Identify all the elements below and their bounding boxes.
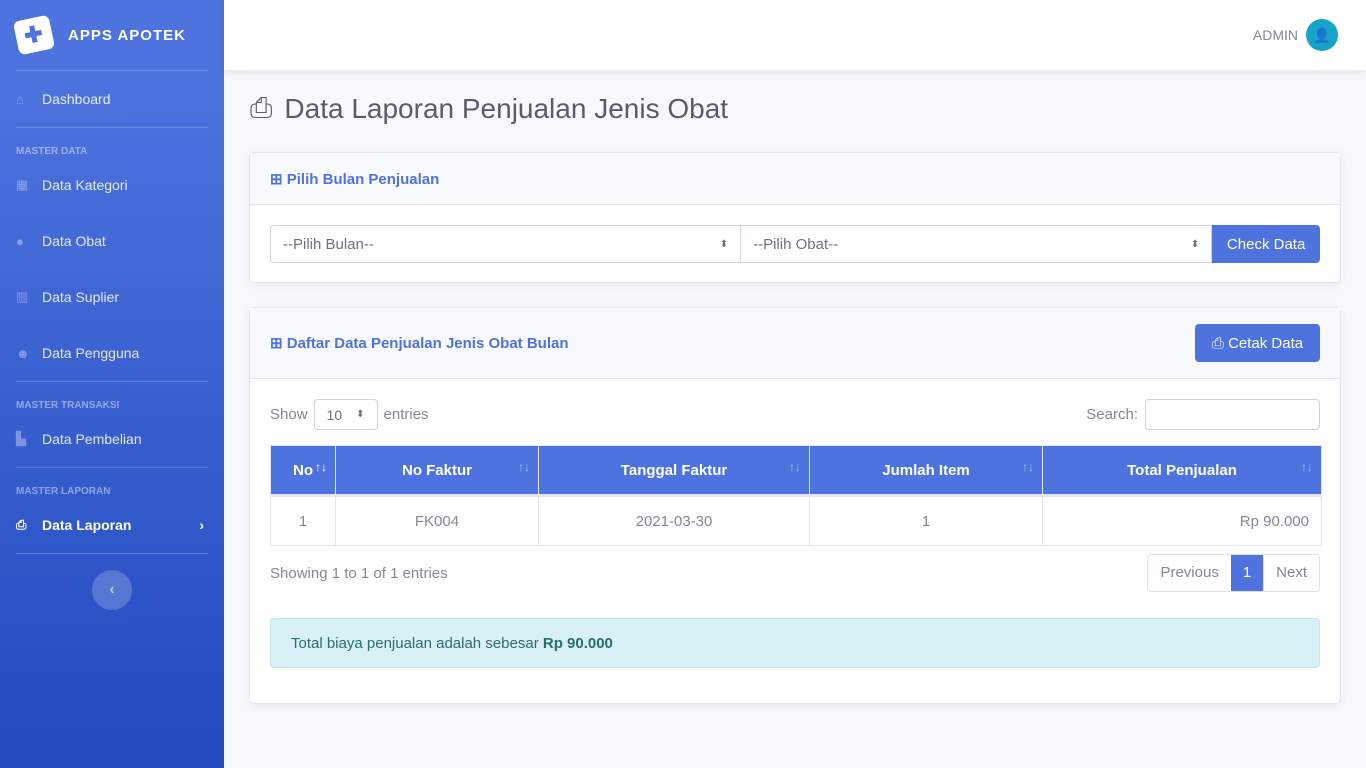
col-label: Tanggal Faktur <box>620 461 728 479</box>
table-wrap: No ↑↓ No Faktur ↑↓ Tanggal Faktur ↑↓ Jumlah… <box>250 430 1340 668</box>
label: Dashboard <box>42 91 111 107</box>
page-title-text: Data Laporan Penjualan Jenis Obat <box>284 92 729 124</box>
cell-jumlah: 1 <box>809 495 1043 546</box>
chevron-right-icon: › <box>199 517 204 533</box>
sidebar-toggle-button[interactable]: ‹ <box>92 570 132 610</box>
user-avatar-icon[interactable]: 👤 <box>1306 19 1338 51</box>
col-label: Jumlah Item <box>882 461 970 479</box>
page-1-button[interactable]: 1 <box>1230 555 1264 591</box>
sidebar-item-pengguna[interactable]: ☻ Data Pengguna <box>0 325 224 381</box>
sort-icon: ⬍ <box>1190 238 1200 250</box>
print-icon: ⎙ <box>250 92 273 123</box>
sidebar-item-suplier[interactable]: ▥ Data Suplier <box>0 269 224 325</box>
sidebar: ✚ APPS APOTEK ⌂ Dashboard MASTER DATA ▦ Dat… <box>0 0 224 768</box>
label: Data Pengguna <box>42 345 140 361</box>
brand-name: APPS APOTEK <box>68 26 186 44</box>
pagination: Previous 1 Next <box>1147 554 1320 592</box>
sort-icon: ↑↓ <box>315 460 327 474</box>
cell-no: 1 <box>270 495 336 546</box>
cubes-icon: ▦ <box>16 177 29 192</box>
sort-icon: ↑↓ <box>1022 460 1034 474</box>
list-card: ⊞ Daftar Data Penjualan Jenis Obat Bulan… <box>249 307 1341 704</box>
medicine-select[interactable]: --Pilih Obat-- ⬍ <box>741 225 1213 263</box>
label: Data Suplier <box>42 289 120 305</box>
month-select[interactable]: --Pilih Bulan-- ⬍ <box>270 225 742 263</box>
previous-button[interactable]: Previous <box>1148 555 1230 591</box>
total-text: Total biaya penjualan adalah sebesar <box>291 634 539 652</box>
label: Data Obat <box>42 233 106 249</box>
col-no[interactable]: No ↑↓ <box>270 445 336 497</box>
print-icon: ⎙ <box>16 517 27 532</box>
sidebar-item-pembelian[interactable]: ▙ Data Pembelian <box>0 411 224 467</box>
table-footer: Showing 1 to 1 of 1 entries Previous 1 N… <box>270 554 1320 592</box>
user-name[interactable]: ADMIN <box>1253 27 1298 43</box>
sidebar-item-kategori[interactable]: ▦ Data Kategori <box>0 157 224 213</box>
section-heading: MASTER TRANSAKSI <box>16 400 120 411</box>
users-icon: ☻ <box>16 345 30 361</box>
month-select-value: --Pilih Bulan-- <box>283 235 374 253</box>
divider <box>16 553 208 554</box>
table-icon: ⊞ <box>270 335 287 352</box>
entries-value: 10 <box>326 406 343 423</box>
entries-label: entries <box>383 406 429 423</box>
filter-form: --Pilih Bulan-- ⬍ --Pilih Obat-- ⬍ Check D… <box>250 205 1340 263</box>
card-title: Pilih Bulan Penjualan <box>286 170 440 188</box>
medkit-icon: ✚ <box>12 14 56 56</box>
col-label: Total Penjualan <box>1127 461 1237 479</box>
entries-select[interactable]: 10 ⬍ <box>313 399 378 430</box>
label: Data Laporan <box>42 517 132 533</box>
table-row: 1 FK004 2021-03-30 1 Rp 90.000 <box>270 495 1322 546</box>
search-input[interactable] <box>1145 399 1320 430</box>
button-label: Cetak Data <box>1228 334 1304 352</box>
print-icon: ⎙ <box>1211 334 1229 352</box>
table-icon: ⊞ <box>270 170 287 188</box>
page-title: ⎙ Data Laporan Penjualan Jenis Obat <box>250 92 728 125</box>
sidebar-item-laporan[interactable]: ⎙ Data Laporan › <box>0 497 224 553</box>
brand[interactable]: ✚ APPS APOTEK <box>0 0 224 70</box>
card-title: Daftar Data Penjualan Jenis Obat Bulan <box>286 335 569 352</box>
medicine-select-value: --Pilih Obat-- <box>753 235 839 253</box>
label: Data Pembelian <box>42 431 142 447</box>
sort-icon: ↑↓ <box>789 460 801 474</box>
print-data-button[interactable]: ⎙ Cetak Data <box>1195 324 1320 362</box>
dolly-icon: ▙ <box>16 431 26 446</box>
cell-tanggal: 2021-03-30 <box>538 495 810 546</box>
col-total[interactable]: Total Penjualan ↑↓ <box>1042 445 1322 497</box>
home-icon: ⌂ <box>16 91 24 107</box>
col-label: No Faktur <box>401 461 472 479</box>
sort-icon: ↑↓ <box>518 460 530 474</box>
sort-icon: ⬍ <box>356 409 365 420</box>
label: Data Kategori <box>42 177 128 193</box>
col-jumlah[interactable]: Jumlah Item ↑↓ <box>809 445 1043 497</box>
search-label: Search: <box>1086 406 1138 423</box>
section-heading: MASTER LAPORAN <box>16 486 111 497</box>
sort-icon: ⬍ <box>719 238 729 250</box>
sort-icon: ↑↓ <box>1301 460 1313 474</box>
data-table: No ↑↓ No Faktur ↑↓ Tanggal Faktur ↑↓ Jumlah… <box>270 445 1322 546</box>
show-label: Show <box>270 406 308 423</box>
total-alert: Total biaya penjualan adalah sebesar Rp … <box>270 618 1320 668</box>
col-tanggal[interactable]: Tanggal Faktur ↑↓ <box>538 445 810 497</box>
sidebar-item-dashboard[interactable]: ⌂ Dashboard <box>0 71 224 127</box>
cell-total: Rp 90.000 <box>1042 495 1322 546</box>
pills-icon: ● <box>16 233 24 249</box>
col-no-faktur[interactable]: No Faktur ↑↓ <box>335 445 539 497</box>
section-heading: MASTER DATA <box>16 146 88 157</box>
filter-card: ⊞ Pilih Bulan Penjualan --Pilih Bulan-- ⬍… <box>249 152 1341 283</box>
next-button[interactable]: Next <box>1263 555 1319 591</box>
table-controls: Show 10 ⬍ entries Search: <box>250 379 1340 430</box>
col-label: No <box>293 461 313 479</box>
cell-faktur: FK004 <box>335 495 539 546</box>
building-user-icon: ▥ <box>16 289 29 304</box>
total-value: Rp 90.000 <box>542 634 613 652</box>
table-info: Showing 1 to 1 of 1 entries <box>270 564 448 582</box>
card-header: ⊞ Daftar Data Penjualan Jenis Obat Bulan… <box>250 308 1340 379</box>
check-data-button[interactable]: Check Data <box>1212 225 1320 263</box>
card-header: ⊞ Pilih Bulan Penjualan <box>250 153 1340 205</box>
topbar: ADMIN 👤 <box>224 0 1366 70</box>
sidebar-item-obat[interactable]: ● Data Obat <box>0 213 224 269</box>
